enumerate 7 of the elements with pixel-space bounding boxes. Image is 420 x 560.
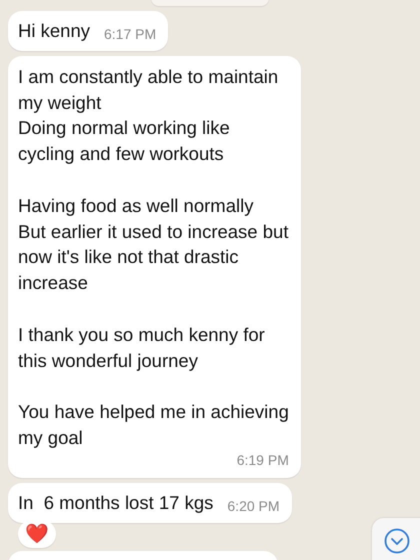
message-time: 6:19 PM <box>236 450 289 469</box>
message-text: Hi kenny <box>18 19 90 43</box>
reaction-badge[interactable]: ❤ <box>18 520 56 548</box>
message-text: I am constantly able to maintain my weight Doing normal working like cycling and few workouts Having food as well normally But earlier it used to increase but now it's like not that drastic increase I thank you so much kenny for this wonderful journey You have helped me in achieving my goal <box>18 64 289 450</box>
message-time: 6:17 PM <box>104 24 156 43</box>
message-time: 6:20 PM <box>227 496 280 515</box>
message-text: In 6 months lost 17 kgs <box>18 490 214 515</box>
